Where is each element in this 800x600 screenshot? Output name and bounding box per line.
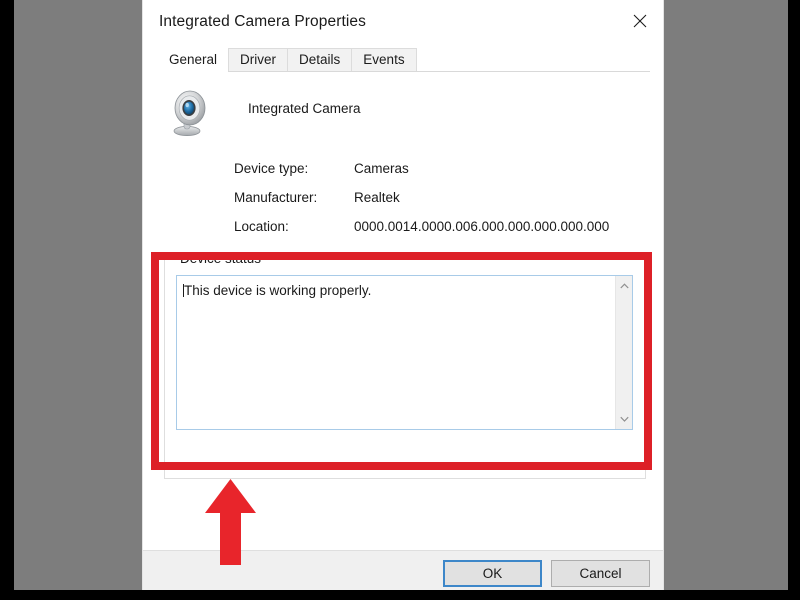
dialog-footer: OK Cancel bbox=[143, 550, 663, 590]
tab-details[interactable]: Details bbox=[287, 48, 352, 72]
dialog-title: Integrated Camera Properties bbox=[159, 13, 366, 30]
tab-driver[interactable]: Driver bbox=[228, 48, 288, 72]
device-status-group: Device status This device is working pro… bbox=[164, 251, 646, 479]
property-value: 0000.0014.0000.006.000.000.000.000.000 bbox=[354, 219, 610, 234]
dialog-titlebar: Integrated Camera Properties bbox=[143, 0, 663, 44]
property-label: Location: bbox=[234, 219, 289, 234]
close-button[interactable] bbox=[617, 0, 663, 42]
device-properties-list: Device type: Cameras Manufacturer: Realt… bbox=[156, 154, 650, 241]
device-name: Integrated Camera bbox=[248, 101, 361, 116]
property-value: Realtek bbox=[354, 190, 400, 205]
ok-button[interactable]: OK bbox=[443, 560, 542, 587]
property-row-location: Location: 0000.0014.0000.006.000.000.000… bbox=[234, 212, 650, 241]
tab-bar: General Driver Details Events bbox=[143, 44, 663, 72]
device-header: Integrated Camera bbox=[156, 72, 650, 138]
device-status-label: Device status bbox=[176, 251, 266, 266]
property-value: Cameras bbox=[354, 161, 409, 176]
device-status-text: This device is working properly. bbox=[184, 283, 372, 298]
property-label: Manufacturer: bbox=[234, 190, 318, 205]
device-status-text-area[interactable]: This device is working properly. bbox=[177, 276, 615, 429]
scroll-down-button[interactable] bbox=[616, 412, 633, 426]
scroll-up-button[interactable] bbox=[616, 279, 633, 293]
close-x-icon bbox=[633, 14, 647, 28]
status-scrollbar[interactable] bbox=[615, 276, 632, 429]
webcam-icon bbox=[173, 90, 217, 138]
property-label: Device type: bbox=[234, 161, 309, 176]
chevron-up-icon bbox=[619, 283, 629, 289]
tab-events[interactable]: Events bbox=[351, 48, 417, 72]
screenshot-canvas: Integrated Camera Properties General Dri… bbox=[0, 0, 800, 600]
general-tab-panel: Integrated Camera Device type: Cameras M… bbox=[143, 72, 663, 550]
tab-general[interactable]: General bbox=[157, 48, 229, 72]
device-status-textbox[interactable]: This device is working properly. bbox=[176, 275, 633, 430]
cancel-button[interactable]: Cancel bbox=[551, 560, 650, 587]
device-properties-dialog: Integrated Camera Properties General Dri… bbox=[143, 0, 663, 590]
chevron-down-icon bbox=[619, 416, 629, 422]
property-row-manufacturer: Manufacturer: Realtek bbox=[234, 183, 650, 212]
property-row-device-type: Device type: Cameras bbox=[234, 154, 650, 183]
